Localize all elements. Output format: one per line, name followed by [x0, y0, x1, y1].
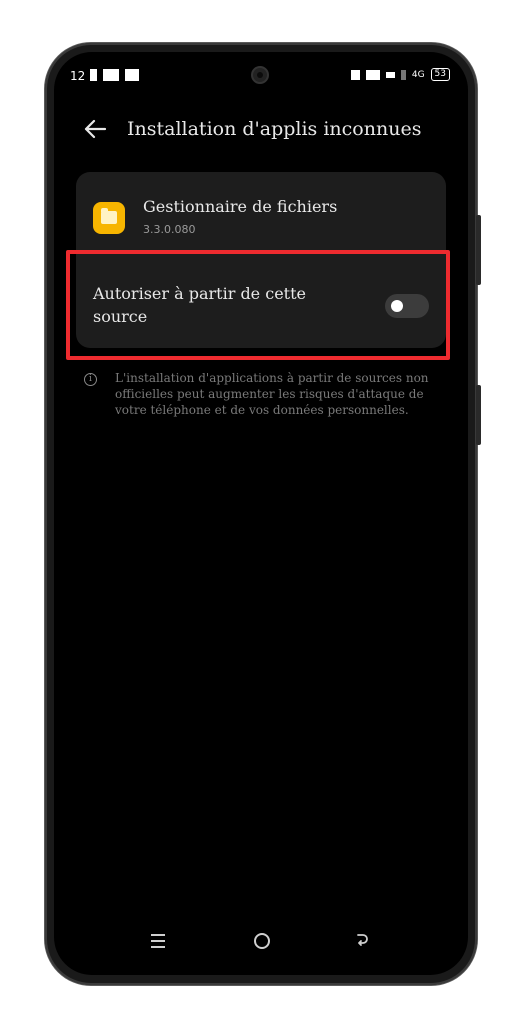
app-version: 3.3.0.080: [143, 223, 196, 236]
status-right-icons: 4G 53: [350, 68, 450, 81]
vibrate-icon: [350, 69, 360, 80]
arrow-left-icon[interactable]: [82, 116, 108, 142]
highlight-box: [66, 250, 450, 360]
volume-button: [476, 215, 481, 285]
status-time: 12: [70, 69, 86, 83]
sim-icon: [400, 69, 406, 80]
power-button: [476, 385, 481, 445]
notification-icon: [90, 69, 97, 81]
back-icon[interactable]: [355, 932, 371, 948]
page-title: Installation d'applis inconnues: [127, 118, 422, 140]
notification-icon: [125, 69, 139, 81]
wifi-icon: [365, 69, 380, 80]
app-name: Gestionnaire de fichiers: [143, 197, 338, 216]
screen: 12 4G 53 Installation d'applis inconnues…: [54, 52, 468, 975]
info-text: L'installation d'applications à partir d…: [115, 371, 429, 417]
status-bar: 12 4G 53: [54, 52, 468, 100]
navigation-bar: [54, 928, 468, 958]
home-icon[interactable]: [254, 933, 270, 949]
front-camera: [251, 66, 269, 84]
notification-icon: [103, 69, 119, 81]
info-icon: i: [84, 373, 97, 386]
network-type: 4G: [411, 69, 425, 80]
battery-icon: 53: [430, 68, 450, 81]
menu-icon[interactable]: [151, 934, 165, 948]
notification-icons: [90, 69, 139, 81]
folder-icon: [93, 202, 125, 234]
app-bar: Installation d'applis inconnues: [54, 114, 468, 146]
signal-icon: [385, 71, 395, 78]
